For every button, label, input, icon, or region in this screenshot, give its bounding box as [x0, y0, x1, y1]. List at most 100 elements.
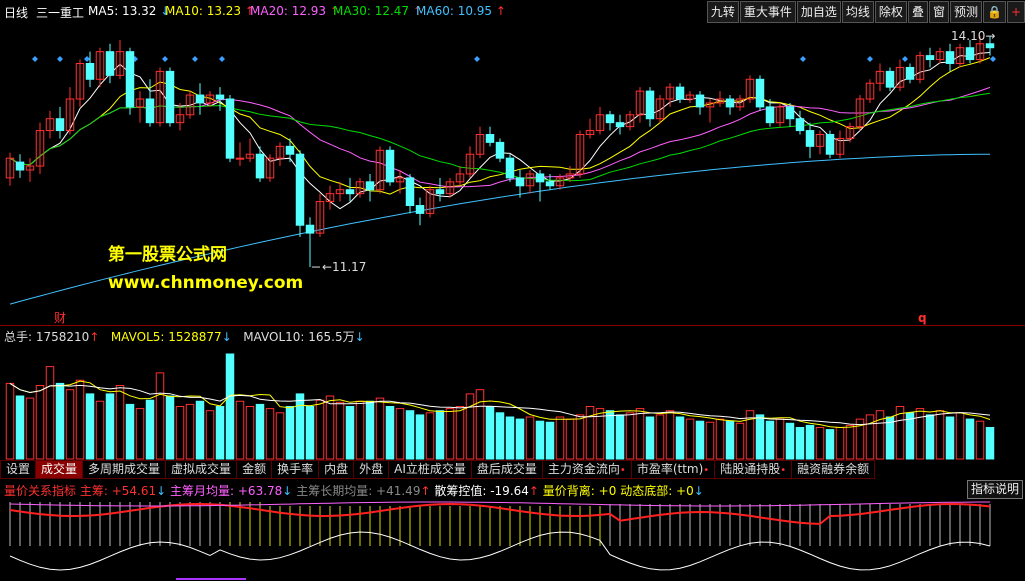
candle-body[interactable]: [195, 94, 205, 104]
volume-bar[interactable]: [945, 416, 955, 460]
volume-bar[interactable]: [305, 406, 315, 460]
candle-body[interactable]: [755, 78, 765, 108]
volume-bar[interactable]: [575, 414, 585, 460]
volume-bar[interactable]: [55, 382, 65, 460]
volume-bar[interactable]: [915, 408, 925, 460]
volume-bar[interactable]: [95, 400, 105, 460]
volume-bar[interactable]: [105, 393, 115, 460]
volume-bar[interactable]: [285, 406, 295, 460]
candle-body[interactable]: [15, 161, 25, 171]
volume-bar[interactable]: [505, 416, 515, 460]
indicator-tab[interactable]: 成交量: [35, 460, 84, 479]
volume-bar[interactable]: [465, 393, 475, 460]
volume-bar[interactable]: [455, 406, 465, 460]
volume-bar[interactable]: [875, 410, 885, 460]
volume-bar[interactable]: [245, 406, 255, 460]
candle-body[interactable]: [295, 153, 305, 226]
candle-body[interactable]: [225, 98, 235, 159]
volume-bar[interactable]: [725, 420, 735, 460]
volume-bar[interactable]: [485, 406, 495, 460]
volume-bar[interactable]: [35, 385, 45, 460]
toolbar-button[interactable]: 均线: [841, 1, 874, 23]
toolbar-button[interactable]: 🔒: [982, 1, 1006, 23]
candle-body[interactable]: [485, 134, 495, 143]
volume-bar[interactable]: [785, 422, 795, 460]
candle-body[interactable]: [285, 145, 295, 155]
toolbar-button[interactable]: 预测: [949, 1, 982, 23]
candle-body[interactable]: [125, 51, 135, 108]
volume-bar[interactable]: [685, 418, 695, 460]
candle-body[interactable]: [385, 149, 395, 183]
volume-bar[interactable]: [585, 406, 595, 460]
volume-bar[interactable]: [265, 408, 275, 460]
volume-chart[interactable]: [0, 343, 1025, 460]
candle-body[interactable]: [725, 98, 735, 108]
volume-bar[interactable]: [435, 410, 445, 460]
event-marker-icon[interactable]: [474, 56, 480, 62]
volume-bar[interactable]: [345, 406, 355, 460]
toolbar-button[interactable]: +: [1006, 1, 1025, 23]
candle-body[interactable]: [925, 55, 935, 61]
volume-bar[interactable]: [355, 400, 365, 460]
volume-bar[interactable]: [985, 427, 995, 460]
candle-body[interactable]: [765, 106, 775, 124]
candle-body[interactable]: [905, 66, 915, 80]
toolbar-button[interactable]: 加自选: [796, 1, 841, 23]
volume-bar[interactable]: [445, 408, 455, 460]
candle-body[interactable]: [145, 98, 155, 124]
volume-bar[interactable]: [185, 403, 195, 460]
candle-body[interactable]: [535, 173, 545, 183]
volume-bar[interactable]: [605, 410, 615, 460]
indicator-tab[interactable]: 陆股通持股•: [714, 460, 793, 479]
volume-bar[interactable]: [525, 416, 535, 460]
finance-marker[interactable]: 财: [54, 311, 66, 325]
volume-bar[interactable]: [145, 399, 155, 460]
volume-bar[interactable]: [155, 372, 165, 460]
volume-bar[interactable]: [235, 400, 245, 460]
volume-bar[interactable]: [975, 420, 985, 460]
volume-bar[interactable]: [205, 410, 215, 460]
volume-bar[interactable]: [675, 416, 685, 460]
volume-bar[interactable]: [655, 414, 665, 460]
candle-body[interactable]: [435, 189, 445, 195]
candle-body[interactable]: [235, 157, 245, 160]
volume-bar[interactable]: [715, 418, 725, 460]
candle-body[interactable]: [55, 118, 65, 132]
candle-body[interactable]: [825, 134, 835, 155]
volume-bar[interactable]: [5, 382, 15, 460]
volume-bar[interactable]: [45, 366, 55, 460]
candle-body[interactable]: [785, 106, 795, 120]
volume-bar[interactable]: [735, 422, 745, 460]
volume-bar[interactable]: [125, 403, 135, 460]
event-marker-icon[interactable]: [902, 56, 908, 62]
indicator-tab[interactable]: 金额: [236, 460, 273, 479]
volume-bar[interactable]: [25, 397, 35, 460]
event-marker-icon[interactable]: [990, 56, 996, 62]
volume-bar[interactable]: [165, 395, 175, 460]
indicator-tab[interactable]: 市盈率(ttm)•: [630, 460, 716, 479]
volume-bar[interactable]: [765, 420, 775, 460]
volume-bar[interactable]: [175, 406, 185, 460]
candle-body[interactable]: [645, 90, 655, 120]
indicator-tab[interactable]: 虚拟成交量: [165, 460, 238, 479]
candle-body[interactable]: [675, 86, 685, 100]
volume-bar[interactable]: [955, 412, 965, 460]
event-marker-icon[interactable]: [192, 56, 198, 62]
indicator-name[interactable]: 量价关系指标: [4, 484, 76, 498]
volume-bar[interactable]: [15, 395, 25, 460]
candle-body[interactable]: [305, 224, 315, 234]
volume-bar[interactable]: [645, 416, 655, 460]
indicator-tab[interactable]: 主力资金流向•: [541, 460, 632, 479]
candle-body[interactable]: [805, 130, 815, 147]
volume-bar[interactable]: [85, 393, 95, 460]
volume-bar[interactable]: [75, 379, 85, 460]
volume-bar[interactable]: [325, 395, 335, 460]
volume-bar[interactable]: [535, 420, 545, 460]
candle-body[interactable]: [945, 51, 955, 64]
indicator-chart[interactable]: [0, 498, 1025, 581]
volume-bar[interactable]: [845, 424, 855, 460]
volume-bar[interactable]: [215, 406, 225, 460]
candle-body[interactable]: [615, 122, 625, 128]
volume-bar[interactable]: [925, 414, 935, 460]
candle-body[interactable]: [105, 51, 115, 76]
